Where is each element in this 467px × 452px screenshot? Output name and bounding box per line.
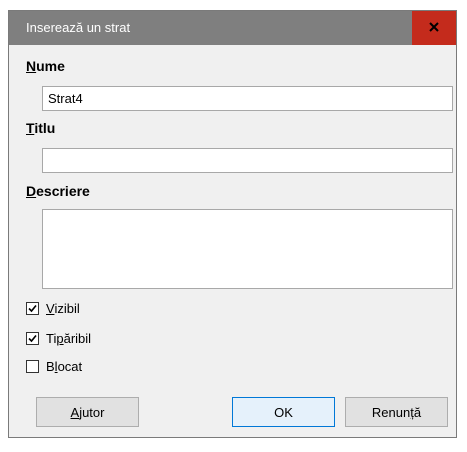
title-label: Titlu (26, 120, 56, 136)
name-label: Nume (26, 58, 65, 74)
locked-checkbox[interactable] (26, 359, 39, 373)
locked-label: Blocat (46, 358, 83, 374)
help-button[interactable]: Ajutor (36, 397, 139, 427)
check-icon (28, 304, 37, 312)
name-input[interactable] (42, 86, 453, 111)
cancel-button[interactable]: Renun ț ă (345, 397, 448, 427)
description-textarea[interactable] (42, 209, 453, 289)
description-label: Descriere (26, 183, 90, 199)
title-input[interactable] (42, 148, 453, 173)
ok-button[interactable]: OK (232, 397, 335, 427)
printable-label: Tipăribil (46, 330, 92, 346)
printable-checkbox-row[interactable]: Tipăribil (26, 329, 91, 347)
printable-checkbox[interactable] (26, 331, 39, 345)
close-icon (429, 19, 439, 37)
dialog-title: Inserează un strat (26, 20, 131, 35)
visible-label: Vizibil (46, 300, 80, 316)
check-icon (28, 334, 37, 342)
locked-checkbox-row[interactable]: Blocat (26, 357, 82, 375)
dialog-titlebar[interactable]: Inserează un strat (9, 11, 456, 45)
close-button[interactable] (412, 11, 456, 45)
visible-checkbox[interactable] (26, 301, 39, 315)
insert-layer-dialog: Inserează un strat Nume Titlu Descriere … (8, 10, 457, 438)
visible-checkbox-row[interactable]: Vizibil (26, 299, 80, 317)
